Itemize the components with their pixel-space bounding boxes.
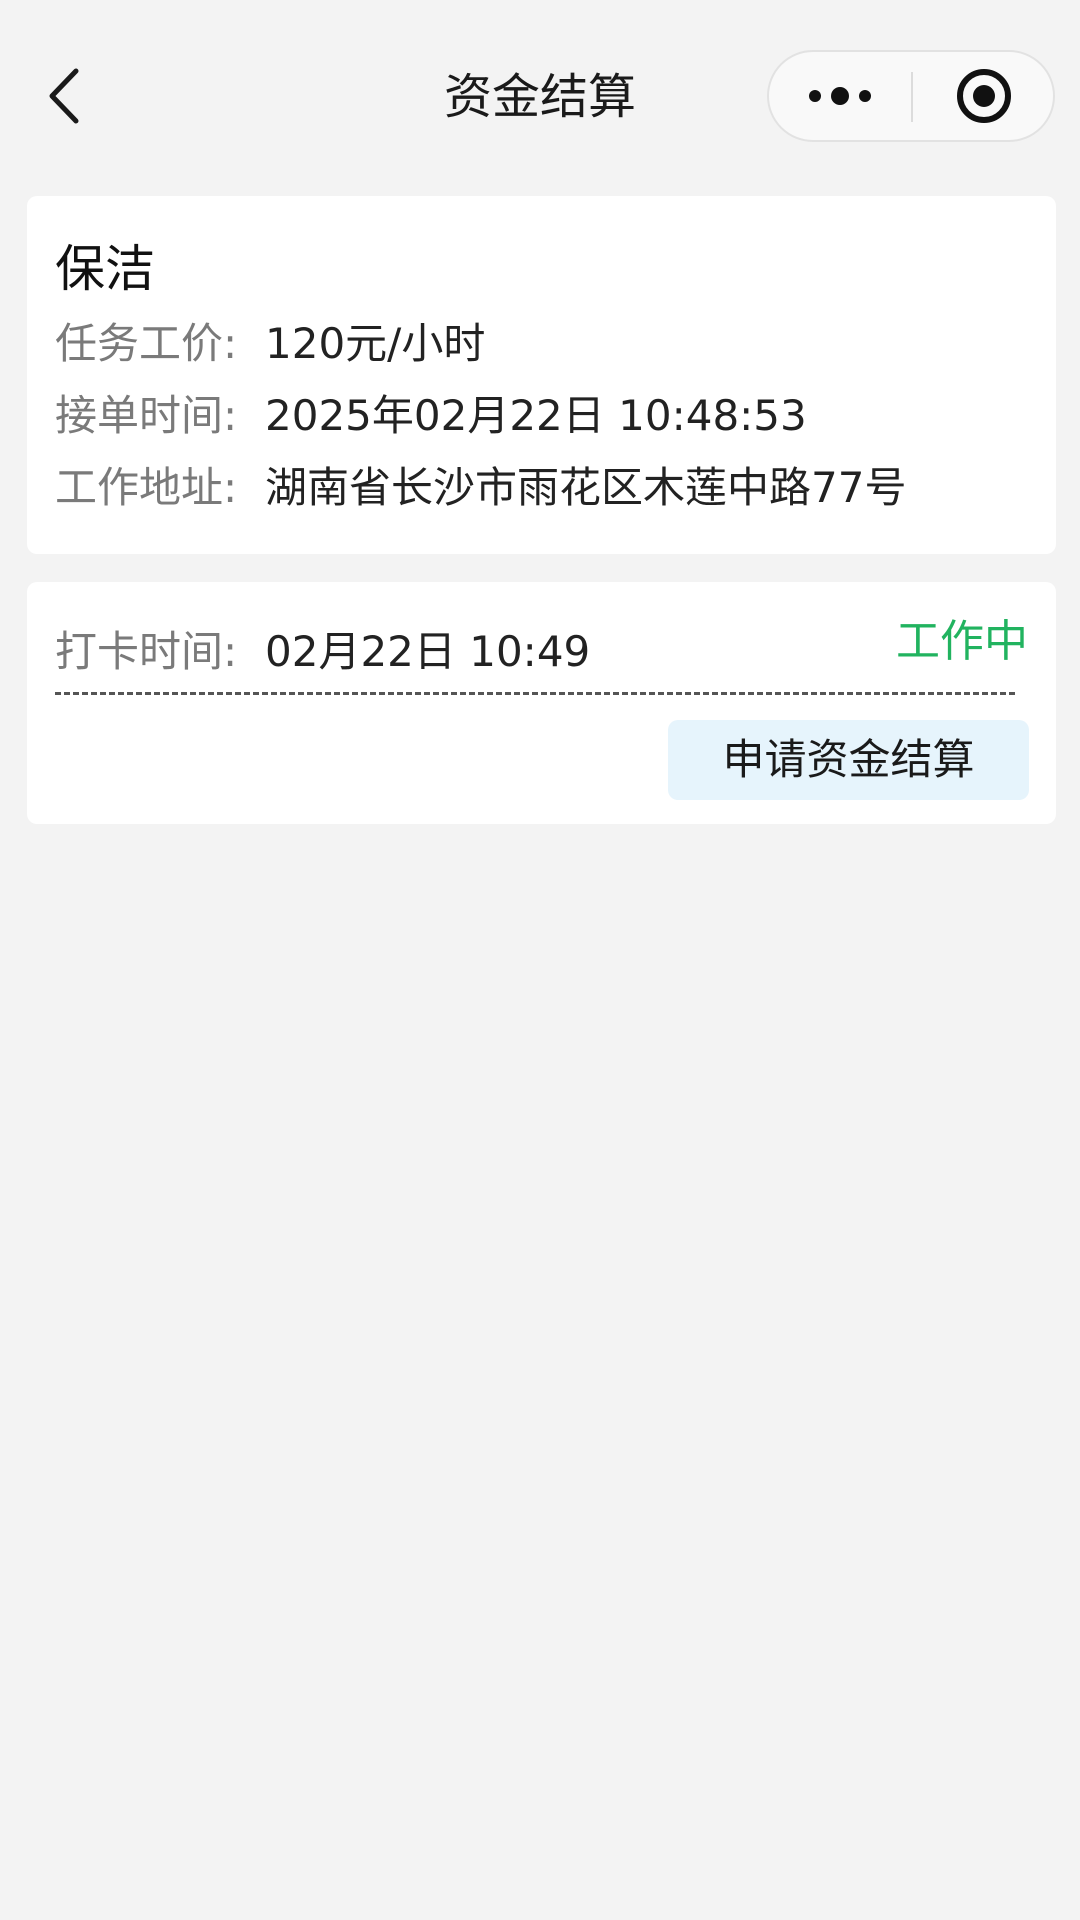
task-price-label: 任务工价: bbox=[55, 319, 238, 368]
task-info-card: 保洁 任务工价: 120元/小时 接单时间: 2025年02月22日 10:48:5… bbox=[27, 196, 1056, 554]
status-badge: 工作中 bbox=[896, 616, 1028, 667]
more-dots-icon bbox=[809, 87, 871, 105]
chevron-left-icon bbox=[49, 68, 79, 124]
task-price-value: 120元/小时 bbox=[265, 319, 486, 368]
clock-in-card: 打卡时间: 02月22日 10:49 工作中 申请资金结算 bbox=[27, 582, 1056, 824]
work-address-row: 工作地址: 湖南省长沙市雨花区木莲中路77号 bbox=[55, 458, 906, 518]
mini-program-capsule bbox=[767, 50, 1055, 142]
back-button[interactable] bbox=[36, 60, 92, 132]
more-button[interactable] bbox=[769, 52, 911, 140]
clock-in-row: 打卡时间: 02月22日 10:49 bbox=[55, 620, 590, 684]
close-mini-program-button[interactable] bbox=[913, 52, 1055, 140]
navigation-bar: 资金结算 bbox=[0, 0, 1080, 170]
task-price-row: 任务工价: 120元/小时 bbox=[55, 314, 485, 374]
task-title: 保洁 bbox=[55, 240, 155, 298]
apply-settlement-button[interactable]: 申请资金结算 bbox=[668, 720, 1029, 800]
clock-in-label: 打卡时间: bbox=[55, 627, 238, 676]
accept-time-value: 2025年02月22日 10:48:53 bbox=[265, 391, 807, 440]
work-address-label: 工作地址: bbox=[55, 463, 238, 512]
page-title: 资金结算 bbox=[443, 69, 636, 125]
clock-in-value: 02月22日 10:49 bbox=[265, 627, 591, 676]
dashed-divider bbox=[55, 692, 1015, 695]
work-address-value: 湖南省长沙市雨花区木莲中路77号 bbox=[265, 463, 907, 512]
target-close-icon bbox=[957, 69, 1011, 123]
accept-time-label: 接单时间: bbox=[55, 391, 238, 440]
accept-time-row: 接单时间: 2025年02月22日 10:48:53 bbox=[55, 386, 807, 446]
